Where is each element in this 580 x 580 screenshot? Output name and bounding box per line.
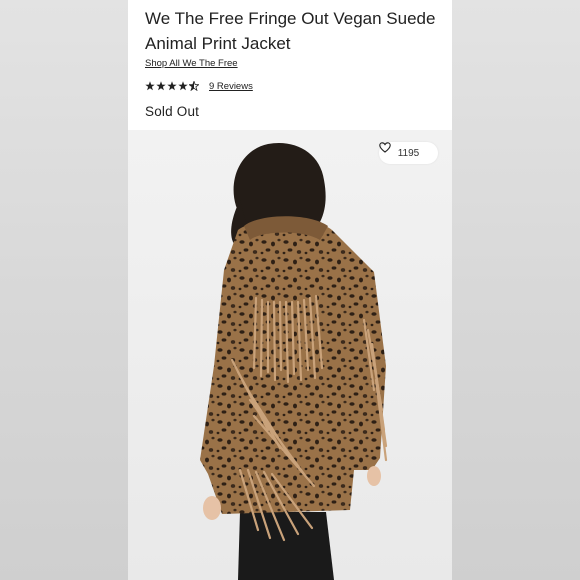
half-star-icon [189, 81, 199, 91]
like-button[interactable]: 1195 [379, 142, 438, 164]
like-count: 1195 [397, 147, 420, 159]
product-card: We The Free Fringe Out Vegan Suede Anima… [128, 0, 452, 580]
sold-out-status: Sold Out [145, 104, 200, 119]
rating-row: 9 Reviews [145, 79, 253, 93]
star-icon [178, 81, 188, 91]
star-icon [156, 81, 166, 91]
blurred-background-left [0, 0, 128, 580]
heart-outline-icon [379, 142, 391, 153]
reviews-link[interactable]: 9 Reviews [209, 81, 253, 92]
star-icon [167, 81, 177, 91]
product-photo[interactable]: 1195 [128, 130, 452, 580]
product-title: We The Free Fringe Out Vegan Suede Anima… [145, 9, 436, 53]
model-illustration [128, 130, 452, 580]
blurred-background-right [452, 0, 580, 580]
product-header: We The Free Fringe Out Vegan Suede Anima… [128, 0, 452, 130]
star-icon [145, 81, 155, 91]
star-rating [145, 81, 199, 91]
shop-all-link[interactable]: Shop All We The Free [145, 58, 238, 69]
